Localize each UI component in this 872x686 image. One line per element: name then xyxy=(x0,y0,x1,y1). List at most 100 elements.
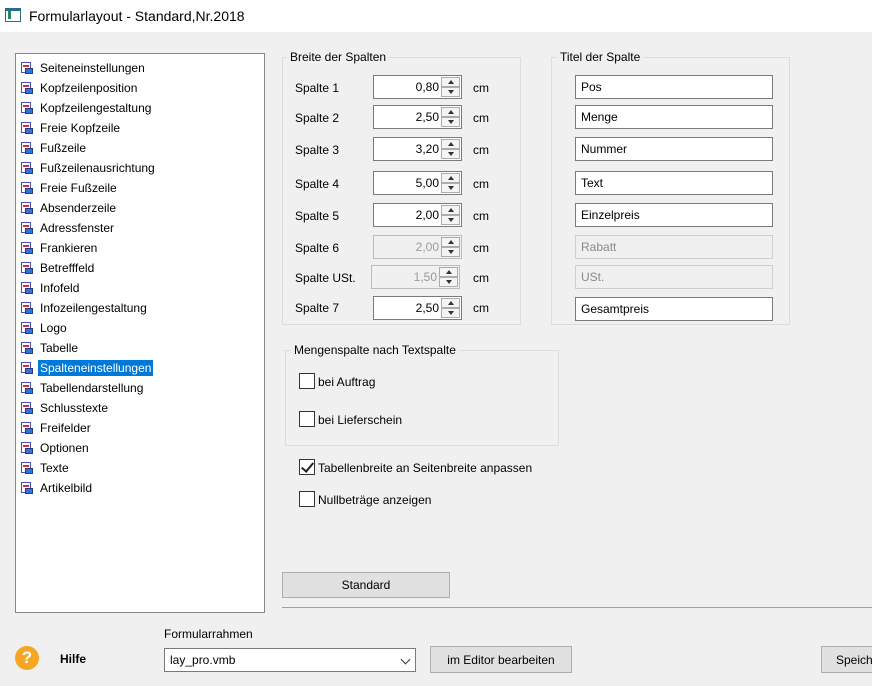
width-spinner[interactable]: 3,20 xyxy=(373,137,462,161)
spin-up-icon[interactable] xyxy=(441,298,460,308)
tree-item-label: Absenderzeile xyxy=(40,201,117,215)
column-title-field[interactable]: Nummer xyxy=(575,137,773,161)
tree-item[interactable]: Texte xyxy=(20,459,71,477)
width-value: 1,50 xyxy=(413,270,437,284)
spin-up-icon[interactable] xyxy=(441,205,460,215)
tree-item[interactable]: Frankieren xyxy=(20,239,99,257)
spin-down-icon xyxy=(441,247,460,257)
spin-down-icon[interactable] xyxy=(441,117,460,127)
formularrahmen-label: Formularrahmen xyxy=(164,627,253,641)
unit-label: cm xyxy=(473,241,489,255)
spin-up-icon[interactable] xyxy=(441,173,460,183)
tree-item-label: Tabelle xyxy=(40,341,79,355)
tree-item-label: Schlusstexte xyxy=(40,401,109,415)
width-value: 0,80 xyxy=(415,80,439,94)
tabellenbreite-label: Tabellenbreite an Seitenbreite anpassen xyxy=(318,461,533,475)
tree-item-label: Optionen xyxy=(40,441,89,455)
tree-item[interactable]: Logo xyxy=(20,319,69,337)
spin-up-icon xyxy=(441,237,460,247)
tree-item[interactable]: Freie Fußzeile xyxy=(20,179,119,197)
tree-item-label: Fußzeile xyxy=(40,141,87,155)
tabellenbreite-checkbox[interactable] xyxy=(299,459,315,475)
tree-item[interactable]: Adressfenster xyxy=(20,219,116,237)
tree-item[interactable]: Infozeilengestaltung xyxy=(20,299,149,317)
tree-item[interactable]: Seiteneinstellungen xyxy=(20,59,147,77)
tree-item-label: Infofeld xyxy=(40,281,80,295)
save-button[interactable]: Speich xyxy=(821,646,872,673)
tree-item[interactable]: Freie Kopfzeile xyxy=(20,119,122,137)
width-value: 2,50 xyxy=(415,301,439,315)
tree-item-label: Fußzeilenausrichtung xyxy=(40,161,155,175)
tree-item[interactable]: Artikelbild xyxy=(20,479,94,497)
column-widths-title: Breite der Spalten xyxy=(287,50,390,64)
spin-down-icon[interactable] xyxy=(441,183,460,193)
standard-button[interactable]: Standard xyxy=(282,572,450,598)
width-spinner[interactable]: 2,50 xyxy=(373,296,462,320)
spin-down-icon[interactable] xyxy=(441,308,460,318)
spin-down-icon[interactable] xyxy=(441,215,460,225)
tree-item-selected[interactable]: Spalteneinstellungen xyxy=(20,359,154,377)
formularrahmen-select[interactable]: lay_pro.vmb xyxy=(164,648,416,672)
tree-item[interactable]: Fußzeile xyxy=(20,139,88,157)
app-icon xyxy=(5,8,21,22)
width-value: 5,00 xyxy=(415,176,439,190)
width-spinner[interactable]: 0,80 xyxy=(373,75,462,99)
form-settings-icon xyxy=(20,181,34,195)
tree-item[interactable]: Freifelder xyxy=(20,419,93,437)
width-label: Spalte 4 xyxy=(295,177,340,191)
tree-item[interactable]: Fußzeilenausrichtung xyxy=(20,159,157,177)
settings-tree[interactable]: Seiteneinstellungen Kopfzeilenposition K… xyxy=(15,53,265,613)
width-spinner[interactable]: 5,00 xyxy=(373,171,462,195)
width-label: Spalte 6 xyxy=(295,241,340,255)
width-label: Spalte 1 xyxy=(295,81,340,95)
form-settings-icon xyxy=(20,101,34,115)
tree-item[interactable]: Schlusstexte xyxy=(20,399,110,417)
spin-up-icon[interactable] xyxy=(441,77,460,87)
form-settings-icon xyxy=(20,261,34,275)
form-settings-icon xyxy=(20,361,34,375)
column-title-field[interactable]: Gesamtpreis xyxy=(575,297,773,321)
unit-label: cm xyxy=(473,271,489,285)
tree-item[interactable]: Kopfzeilengestaltung xyxy=(20,99,153,117)
form-settings-icon xyxy=(20,61,34,75)
help-label[interactable]: Hilfe xyxy=(60,652,86,666)
tree-item[interactable]: Tabelle xyxy=(20,339,80,357)
spin-down-icon[interactable] xyxy=(441,149,460,159)
unit-label: cm xyxy=(473,301,489,315)
window-title: Formularlayout - Standard,Nr.2018 xyxy=(29,8,245,24)
tree-item[interactable]: Infofeld xyxy=(20,279,81,297)
tree-item[interactable]: Betrefffeld xyxy=(20,259,96,277)
tree-item[interactable]: Kopfzeilenposition xyxy=(20,79,139,97)
form-settings-icon xyxy=(20,341,34,355)
width-spinner[interactable]: 2,00 xyxy=(373,203,462,227)
tree-item[interactable]: Optionen xyxy=(20,439,91,457)
tree-item-label: Freie Fußzeile xyxy=(40,181,117,195)
width-value: 2,00 xyxy=(415,240,439,254)
spin-down-icon[interactable] xyxy=(441,87,460,97)
nullbetraege-checkbox[interactable] xyxy=(299,491,315,507)
column-title-field[interactable]: Menge xyxy=(575,105,773,129)
mengenspalte-group xyxy=(285,350,559,446)
bei-auftrag-label: bei Auftrag xyxy=(318,375,376,389)
bei-lieferschein-checkbox[interactable] xyxy=(299,411,315,427)
column-title-field[interactable]: Text xyxy=(575,171,773,195)
width-spinner[interactable]: 2,50 xyxy=(373,105,462,129)
tree-item-label: Kopfzeilengestaltung xyxy=(40,101,152,115)
tree-item-label: Adressfenster xyxy=(40,221,115,235)
spin-up-icon[interactable] xyxy=(441,107,460,117)
tree-item-label: Freie Kopfzeile xyxy=(40,121,121,135)
tree-item[interactable]: Tabellendarstellung xyxy=(20,379,145,397)
bei-auftrag-checkbox[interactable] xyxy=(299,373,315,389)
help-icon[interactable]: ? xyxy=(15,646,39,670)
title-bar: Formularlayout - Standard,Nr.2018 xyxy=(0,0,872,32)
width-label: Spalte 2 xyxy=(295,111,340,125)
column-title-field[interactable]: Pos xyxy=(575,75,773,99)
tree-item[interactable]: Absenderzeile xyxy=(20,199,118,217)
tree-item-label: Tabellendarstellung xyxy=(40,381,144,395)
edit-in-editor-button[interactable]: im Editor bearbeiten xyxy=(430,646,572,673)
column-title-field[interactable]: Einzelpreis xyxy=(575,203,773,227)
form-settings-icon xyxy=(20,121,34,135)
unit-label: cm xyxy=(473,143,489,157)
formularrahmen-value: lay_pro.vmb xyxy=(170,653,236,667)
spin-up-icon[interactable] xyxy=(441,139,460,149)
